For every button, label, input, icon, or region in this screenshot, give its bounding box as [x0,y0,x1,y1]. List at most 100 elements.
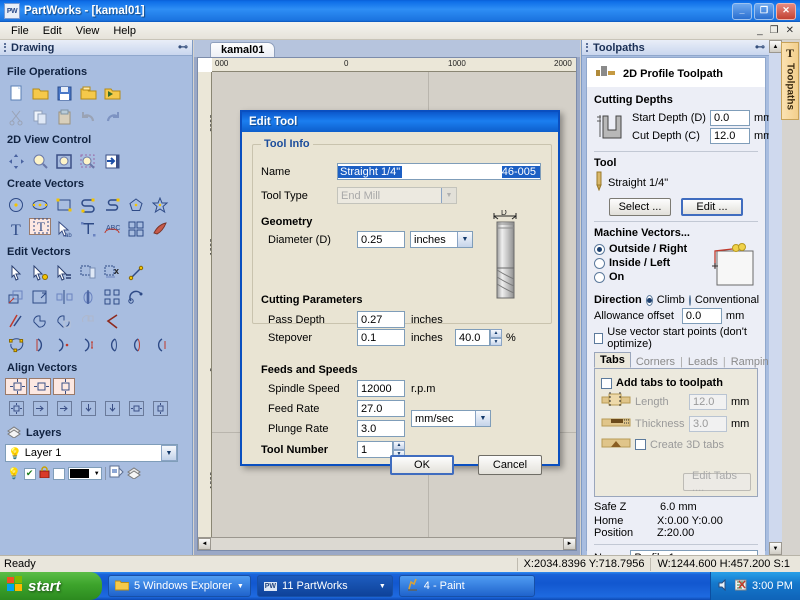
scroll-left-button[interactable]: ◄ [198,538,211,550]
menu-edit[interactable]: Edit [36,24,69,38]
select-text-icon[interactable]: ab [53,218,75,240]
paste-icon[interactable] [53,106,75,128]
stepover-input[interactable]: 0.1 [357,329,405,346]
zoom-page-icon[interactable] [101,150,123,172]
ellipse-icon[interactable] [29,194,51,216]
close-vector-icon[interactable] [77,334,99,356]
volume-icon[interactable] [718,578,730,594]
polygon-icon[interactable] [125,194,147,216]
redo-icon[interactable] [101,106,123,128]
weld-icon[interactable] [29,310,51,332]
spin-down-icon[interactable]: ▼ [490,337,502,346]
mirror-icon[interactable] [53,286,75,308]
chevron-down-icon[interactable]: ▼ [475,411,490,426]
cut-icon[interactable] [5,106,27,128]
align-top-icon[interactable] [77,397,99,419]
delete-object-icon[interactable]: x [101,262,123,284]
radio-conventional-button[interactable] [688,294,691,306]
mdi-close-button[interactable]: ✕ [786,25,794,36]
layer-toggle-checkbox[interactable] [52,467,65,480]
open-folder-icon[interactable] [29,82,51,104]
zoom-selected-icon[interactable] [77,150,99,172]
node-edit-2-icon[interactable] [5,334,27,356]
align-page-center-icon[interactable] [5,397,27,419]
add-tabs-checkbox[interactable] [601,377,612,389]
tab-thickness-input[interactable]: 3.0 [689,415,727,432]
plunge-rate-input[interactable]: 3.0 [357,420,405,437]
new-file-icon[interactable] [5,82,27,104]
chevron-down-icon[interactable]: ▼ [441,188,456,203]
polyline-icon[interactable] [77,194,99,216]
align-h-center-icon[interactable] [29,378,51,395]
merge-layers-icon[interactable] [126,465,141,482]
rectangle-icon[interactable] [53,194,75,216]
allowance-input[interactable]: 0.0 [681,308,722,324]
join-curve-icon[interactable] [125,286,147,308]
open-right-icon[interactable] [53,334,75,356]
use-start-points-checkbox[interactable] [594,332,604,344]
text-icon[interactable]: T [5,218,27,240]
curve-fit-3-icon[interactable] [149,334,171,356]
start-button[interactable]: start [0,572,102,600]
drag-grip-icon[interactable] [4,43,7,52]
spindle-speed-input[interactable]: 12000 [357,380,405,397]
canvas-hscrollbar[interactable]: ◄ ► [198,537,576,550]
grid-copy-icon[interactable] [125,218,147,240]
tab-corners[interactable]: Corners [631,356,680,368]
cut-depth-input[interactable]: 12.0 [710,128,750,144]
curve-icon[interactable] [101,194,123,216]
ok-button[interactable]: OK [390,455,454,475]
radio-outside-right[interactable]: Outside / Right [594,243,708,255]
pin-icon[interactable]: ⊷ [755,42,765,53]
tab-leads[interactable]: Leads [683,356,723,368]
spin-up-icon[interactable]: ▲ [393,441,405,450]
drag-grip-icon[interactable] [586,43,589,52]
text-on-curve-icon[interactable]: ABC [101,218,123,240]
rotate-icon[interactable] [77,286,99,308]
copy-icon[interactable] [29,106,51,128]
scale-icon[interactable] [29,286,51,308]
array-copy-icon[interactable] [101,286,123,308]
align-center-icon[interactable] [5,378,27,395]
close-button[interactable]: ✕ [776,2,796,20]
create-3d-tabs-row[interactable]: Create 3D tabs [601,435,751,454]
stepover-percent-spin[interactable]: ▲ ▼ [490,329,502,346]
chevron-down-icon[interactable]: ▼ [379,583,386,590]
text-box-icon[interactable]: T [29,218,51,235]
vertical-tab-toolpaths[interactable]: T Toolpaths [781,42,799,120]
use-start-points-row[interactable]: Use vector start points (don't optimize) [594,326,758,350]
edit-tool-button[interactable]: Edit ... [681,198,743,216]
import-icon[interactable] [101,82,123,104]
copy-object-icon[interactable] [77,262,99,284]
start-depth-input[interactable]: 0.0 [710,110,750,126]
antivirus-icon[interactable] [734,579,747,594]
tool-name-input[interactable]: Straight 1/4" 46-005 [337,163,541,180]
text-transform-icon[interactable] [77,218,99,240]
align-bottom-icon[interactable] [101,397,123,419]
align-h-icon[interactable] [125,397,147,419]
zoom-icon[interactable] [29,150,51,172]
curve-fit-2-icon[interactable] [125,334,147,356]
save-icon[interactable] [53,82,75,104]
diameter-unit-select[interactable]: inches ▼ [410,231,473,248]
tab-length-input[interactable]: 12.0 [689,393,727,410]
pan-icon[interactable] [5,150,27,172]
stepover-percent-stepper[interactable]: 40.0 ▲ ▼ [455,329,502,346]
circle-icon[interactable] [5,194,27,216]
trim-icon[interactable] [5,310,27,332]
intersect-icon[interactable] [77,310,99,332]
mdi-minimize-button[interactable]: _ [757,25,763,36]
trace-bitmap-icon[interactable] [149,218,171,240]
pass-depth-input[interactable]: 0.27 [357,311,405,328]
cancel-button[interactable]: Cancel [478,455,542,475]
taskbar-item-paint[interactable]: 4 - Paint [398,575,535,597]
measure-icon[interactable] [125,262,147,284]
radio-outside-right-button[interactable] [594,243,605,255]
align-right-icon[interactable] [53,397,75,419]
chevron-down-icon[interactable]: ▼ [161,445,177,461]
open-recent-icon[interactable] [77,82,99,104]
move-icon[interactable] [53,262,75,284]
radio-inside-left[interactable]: Inside / Left [594,257,708,269]
radio-climb-button[interactable] [645,294,653,306]
add-tabs-row[interactable]: Add tabs to toolpath [601,377,751,389]
